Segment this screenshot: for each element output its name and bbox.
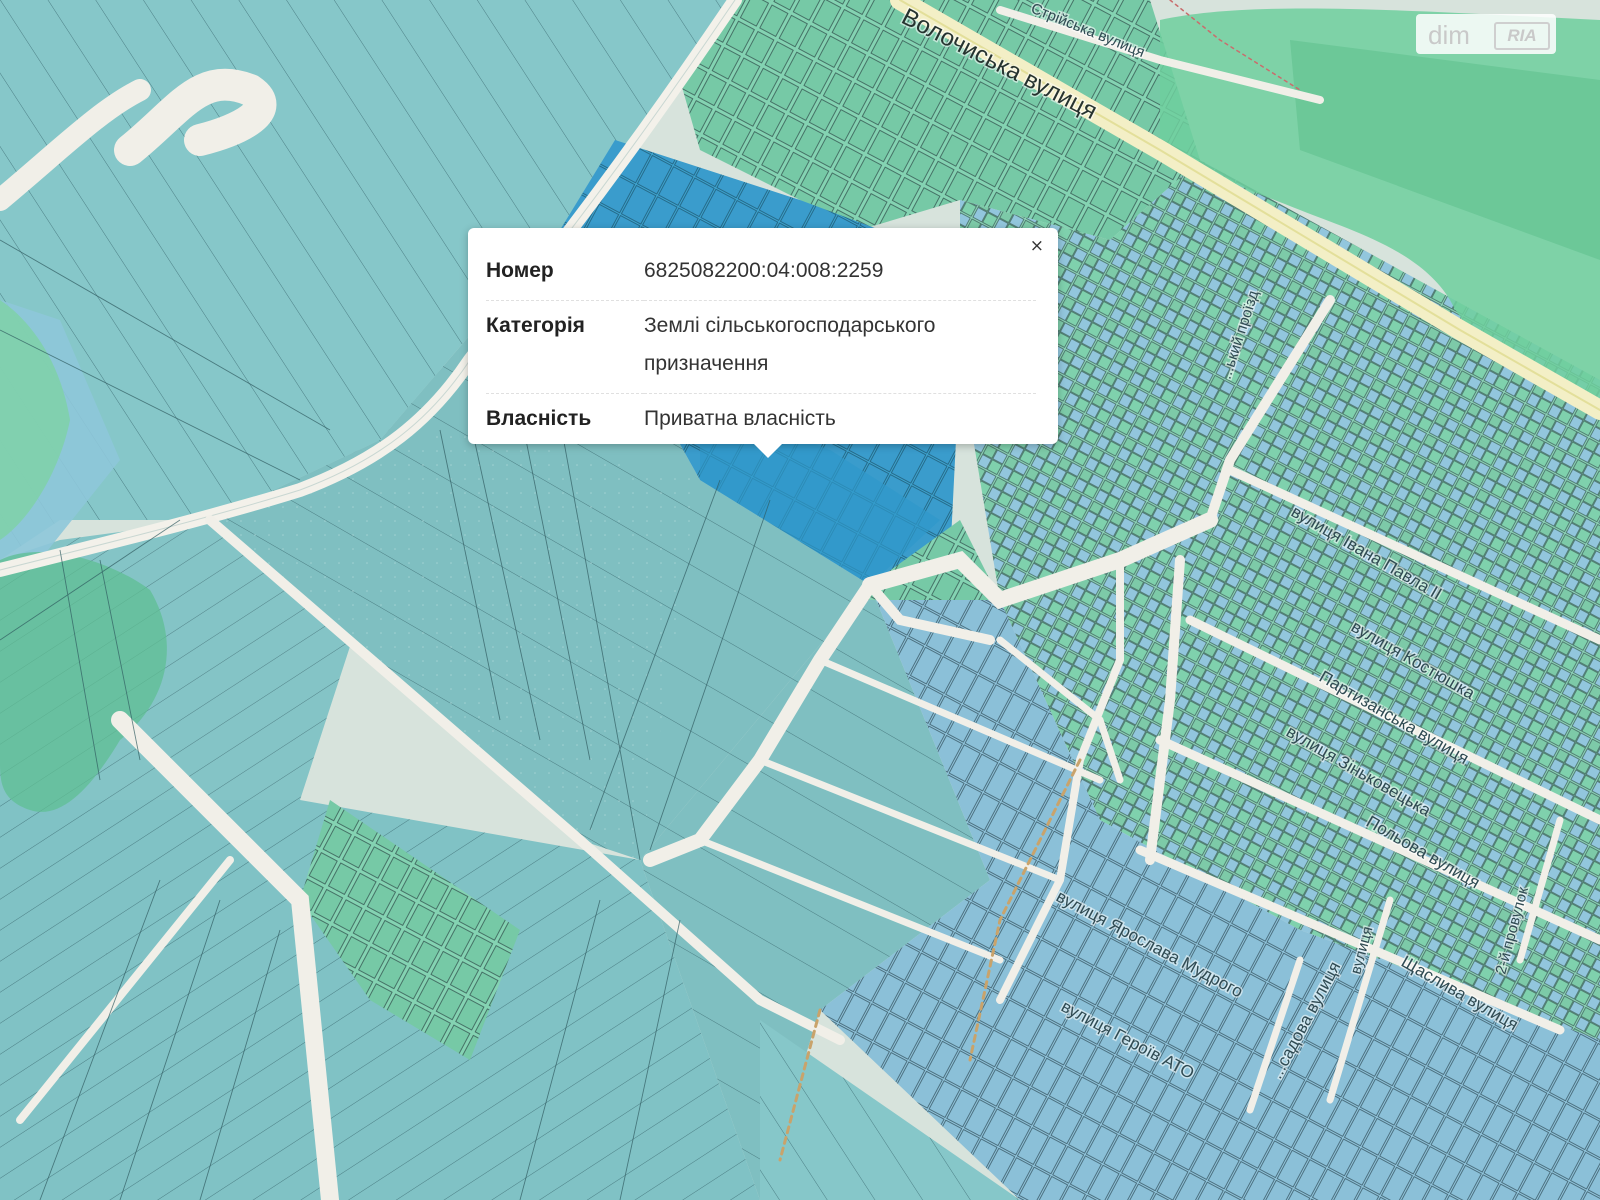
parcel-ownership-label: Власність [486, 393, 644, 448]
dim-ria-logo: dim RIA [1416, 14, 1556, 54]
parcel-ownership-value: Приватна власність [644, 393, 1036, 448]
cadastral-map[interactable]: Волочиська вулиця Стрійська вулиця ...ьк… [0, 0, 1600, 1200]
logo-dim-text: dim [1428, 20, 1470, 50]
parcel-category-label: Категорія [486, 300, 644, 394]
parcel-number-value: 6825082200:04:008:2259 [644, 259, 884, 282]
logo-ria-badge: RIA [1494, 22, 1550, 50]
parcel-row-category: Категорія Землі сільськогосподарського п… [486, 300, 1036, 394]
parcel-row-ownership: Власність Приватна власність [486, 393, 1036, 448]
parcel-info-popup: × Номер 6825082200:04:008:2259 Категорія… [468, 228, 1058, 458]
popup-pointer [754, 444, 782, 458]
parcel-category-value: Землі сільськогосподарського призначення [644, 300, 1036, 394]
parcel-info-table: Номер 6825082200:04:008:2259 Категорія З… [486, 248, 1036, 448]
parcel-number-label: Номер [486, 259, 554, 282]
parcel-row-number: Номер 6825082200:04:008:2259 [486, 248, 1036, 301]
